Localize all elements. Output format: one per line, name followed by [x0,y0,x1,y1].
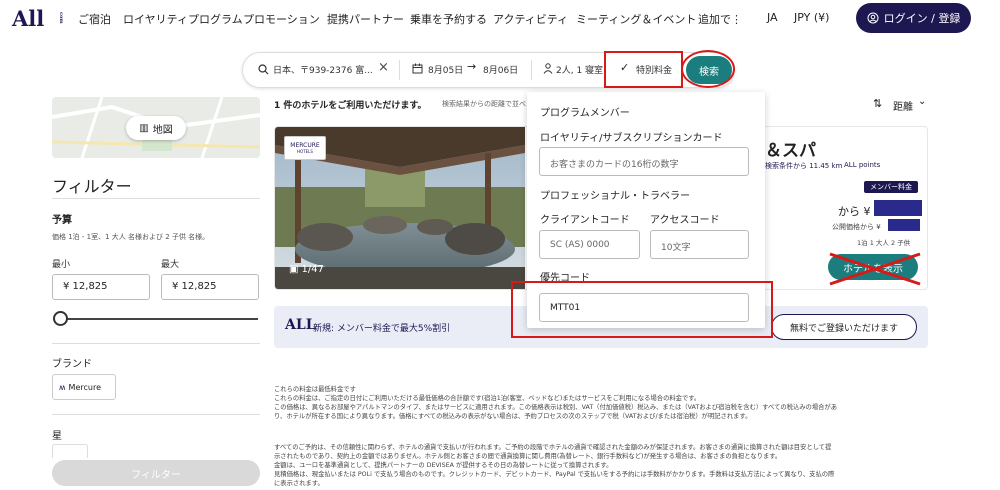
nav-stay[interactable]: ご宿泊 [78,11,111,27]
mercure-brand-logo: MERCURE HOTELS [284,136,326,160]
all-logo[interactable]: All com [12,6,64,31]
nav-promotions[interactable]: プロモーション [243,11,320,27]
all-promo-logo: ALL [285,317,316,333]
free-register-label: 無料でご登録いただけます [789,323,898,334]
nav-loyalty[interactable]: ロイヤリティプログラム [123,11,243,27]
brand-logo-text: MERCURE [290,142,320,149]
hotel-distance: 検索条件から 11.45 km [765,162,843,170]
all-points-label: ALL points [844,161,881,169]
access-code-input[interactable]: 10文字 [650,230,749,259]
divider [52,414,260,415]
client-code-label: クライアントコード [540,215,630,226]
brand-chip-label: Mercure [68,382,101,392]
min-label: 最小 [52,260,71,270]
nav-activities[interactable]: アクティビティ [493,11,568,27]
divider [531,60,532,80]
nav-meetings[interactable]: ミーティング＆イベント [576,11,696,27]
login-register-button[interactable]: ログイン / 登録 [856,3,971,33]
divider [52,343,260,344]
hotel-name[interactable]: ＆スパ [765,136,816,161]
gallery-icon: ▣ [289,263,299,275]
access-code-label: アクセスコード [650,215,720,226]
nav-ride[interactable]: 乗車を予約する [410,11,487,27]
disclaimer-line: これらの料金は、ご指定の日付にご利用いただける最低価格の合計額です(宿泊1泊(客… [274,395,701,402]
price-slider-handle[interactable] [53,311,68,326]
user-circle-icon [867,12,879,24]
photo-counter-label: 1/47 [301,263,324,275]
star-option[interactable] [52,444,88,458]
disclaimer-line: これらの料金は最低料金です [274,386,356,393]
member-rate-badge: メンバー料金 [864,181,918,193]
sort-icon: ⇅ [873,97,883,110]
disclaimer-line: この価格は、異なるお部屋やアパルトマンのタイプ、またはサービスに適用されます。こ… [274,404,838,411]
budget-label: 予算 [52,215,72,226]
disclaimer-line: 示されたものであり、契約上の金額ではありません。ホテル側とお客さまの間で通貨換算… [274,453,782,460]
nav-partners[interactable]: 提携パートナー [327,11,404,27]
map-button[interactable]: ▥ 地図 [126,116,186,140]
special-rates-toggle[interactable]: 特別料金 [636,63,672,76]
star-label: 星 [52,431,62,442]
disclaimer-line: すべてのご予約は、その信頼性に関わらず、ホテルの通貨で支払いが行われます。ご予約… [274,444,832,451]
search-icon [258,64,269,75]
annotation-highlight-preferred-code [511,281,773,338]
calendar-icon [412,63,423,74]
annotation-circle-search [681,50,735,88]
program-member-heading: プログラムメンバー [540,108,630,119]
budget-note: 価格 1泊 - 1室、1 大人 名様および 2 子供 名様。 [52,233,210,241]
guests-selector[interactable]: 2人, 1 寝室 [556,63,603,76]
brand-label: ブランド [52,359,92,370]
price-slider-track[interactable] [60,318,258,320]
disclaimer-line: り、ホテルが所在する国により異なります。価格にすべての税込みの表示がない場合は、… [274,413,752,420]
loyalty-card-input[interactable]: お客さまのカードの16桁の数字 [539,147,749,176]
person-icon [543,63,553,74]
sort-selector[interactable]: 距離 [893,98,913,113]
destination-input[interactable]: 日本、〒939-2376 富... [273,63,373,76]
disclaimer-line: に表示されます。 [274,480,324,487]
checkmark-icon: ✓ [620,61,630,74]
filter-title: フィルター [52,177,132,196]
filter-button-label: フィルター [131,469,181,481]
apply-filter-button[interactable]: フィルター [52,460,260,486]
results-count: 1 件のホテルをご利用いただけます。 [274,101,427,111]
disclaimer-line: 見積価格は、現金払いまたは POLi で支払う場合のものです。クレジットカード、… [274,471,835,478]
max-label: 最大 [161,260,180,270]
price-from-label: から ¥ [838,205,871,218]
client-code-input[interactable]: SC (AS) 0000 [539,230,640,259]
map-button-label: 地図 [152,124,173,136]
member-price-redacted [874,200,922,216]
divider [52,198,260,199]
arrow-right-icon: → [467,60,477,73]
photo-counter: ▣ 1/47 [289,262,324,276]
professional-traveler-heading: プロフェッショナル・トラベラー [540,191,690,202]
max-price-input[interactable]: ¥ 12,825 [161,274,259,300]
top-header: All com ご宿泊 ロイヤリティプログラム プロモーション 提携パートナー 乗… [0,0,1000,36]
nav-more[interactable]: 追加で⋮ [698,11,742,27]
per-night-note: 1泊 1 大人 2 子供 [857,239,911,247]
checkin-date[interactable]: 8月05日 [428,63,463,76]
annotation-cross-out [829,252,921,286]
checkout-date[interactable]: 8月06日 [483,63,518,76]
public-price-redacted [888,219,920,231]
mercure-logo-icon: ʍ [59,382,66,392]
results-sort-note: 検索結果からの距離で並べ [442,100,526,108]
disclaimer-line: 金額は、ユーロを基準通貨として、提携パートナーの DEVISEA が提供するその… [274,462,613,469]
public-price-label: 公開価格から ¥ [832,223,881,231]
language-selector[interactable]: JA [767,11,778,24]
disclaimer-block-1: これらの料金は最低料金です これらの料金は、ご指定の日付にご利用いただける最低価… [274,385,934,421]
loyalty-card-label: ロイヤリティ/サブスクリプションカード [540,133,723,144]
login-label: ログイン / 登録 [883,12,961,25]
promo-text: 新規: メンバー料金で最大5%割引 [313,324,451,334]
divider [399,60,400,80]
currency-selector[interactable]: JPY (¥) [794,11,829,24]
chevron-down-icon[interactable]: ⌄ [918,96,926,107]
map-icon: ▥ [139,122,149,134]
free-register-button[interactable]: 無料でご登録いただけます [771,314,917,340]
brand-chip-mercure[interactable]: ʍ Mercure [52,374,116,400]
brand-logo-subtext: HOTELS [297,149,313,154]
min-price-input[interactable]: ¥ 12,825 [52,274,150,300]
disclaimer-block-2: すべてのご予約は、その信頼性に関わらず、ホテルの通貨で支払いが行われます。ご予約… [274,443,934,488]
clear-destination-icon[interactable]: × [378,60,389,75]
